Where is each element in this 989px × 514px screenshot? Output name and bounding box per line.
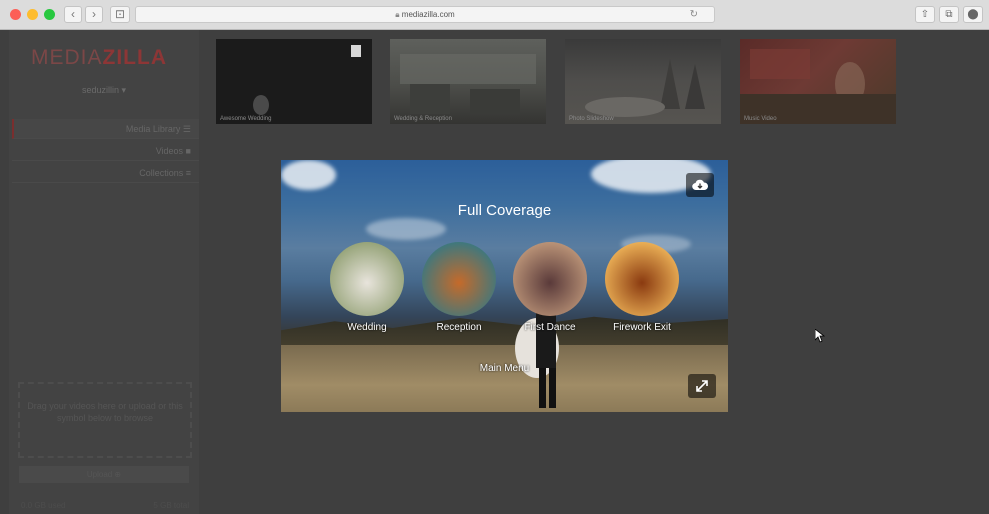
- reload-icon[interactable]: ↻: [690, 7, 698, 22]
- address-bar[interactable]: 🔒︎ mediazilla.com ↻: [135, 6, 715, 23]
- thumbnail-image: [740, 49, 896, 124]
- back-button[interactable]: ‹: [64, 6, 82, 23]
- mediazilla-logo[interactable]: MEDIAZILLA: [31, 46, 167, 70]
- forward-button[interactable]: ›: [85, 6, 103, 23]
- expand-icon: [696, 380, 708, 392]
- video-player[interactable]: Full Coverage Wedding Reception First Da…: [281, 160, 728, 412]
- user-menu[interactable]: seduzillin ▾: [9, 85, 199, 96]
- tabs-icon[interactable]: ⧉: [939, 6, 959, 23]
- fullscreen-button[interactable]: [688, 374, 716, 398]
- extension-icon[interactable]: ⬤: [963, 6, 983, 23]
- share-icon[interactable]: ⇧: [915, 6, 935, 23]
- thumbnail-caption: Awesome Wedding: [220, 116, 272, 122]
- chapter-label-reception[interactable]: Reception: [409, 322, 509, 333]
- chapter-thumbnail-first-dance[interactable]: [513, 242, 587, 316]
- lock-icon: 🔒︎: [395, 10, 400, 19]
- browser-toolbar: ‹ › ⊡ 🔒︎ mediazilla.com ↻ ⇧ ⧉ ⬤: [0, 0, 989, 30]
- video-thumbnail[interactable]: Wedding & Reception: [390, 39, 546, 124]
- menu-title: Full Coverage: [457, 202, 552, 219]
- upload-button[interactable]: Upload ⊕: [19, 466, 189, 483]
- thumbnail-caption: Music Video: [744, 116, 777, 122]
- chapter-thumbnail-wedding[interactable]: [330, 242, 404, 316]
- ground: [281, 345, 728, 412]
- video-thumbnail[interactable]: Photo Slideshow: [565, 39, 721, 124]
- chapter-label-firework-exit[interactable]: Firework Exit: [592, 322, 692, 333]
- thumbnail-caption: Photo Slideshow: [569, 116, 614, 122]
- download-button[interactable]: [686, 173, 714, 197]
- chapter-thumbnail-reception[interactable]: [422, 242, 496, 316]
- minimize-window-button[interactable]: [27, 9, 38, 20]
- zoom-window-button[interactable]: [44, 9, 55, 20]
- sidebar-item-collections[interactable]: Collections ≡: [12, 163, 199, 183]
- mouse-cursor-icon: [815, 329, 825, 343]
- cloud-download-icon: [692, 179, 708, 191]
- sidebar-item-media-library[interactable]: Media Library ☰: [12, 119, 199, 139]
- storage-used: 0.0 GB used: [21, 501, 66, 510]
- storage-total: 5 GB total: [153, 501, 189, 510]
- sky-cloud: [366, 218, 446, 240]
- chapter-thumbnail-firework-exit[interactable]: [605, 242, 679, 316]
- chapter-label-wedding[interactable]: Wedding: [317, 322, 417, 333]
- thumbnail-image: [253, 45, 361, 115]
- sky-cloud: [281, 160, 336, 190]
- toolbar-actions: ⇧ ⧉ ⬤: [915, 6, 983, 23]
- thumbnail-image: [585, 59, 705, 117]
- upload-dropzone[interactable]: Drag your videos here or upload or this …: [18, 382, 192, 458]
- close-window-button[interactable]: [10, 9, 21, 20]
- video-thumbnail[interactable]: Music Video: [740, 39, 896, 124]
- chapter-label-first-dance[interactable]: First Dance: [500, 322, 600, 333]
- url-text: mediazilla.com: [401, 10, 455, 19]
- thumbnail-caption: Wedding & Reception: [394, 116, 452, 122]
- sidebar-item-videos[interactable]: Videos ■: [12, 141, 199, 161]
- main-menu-link[interactable]: Main Menu: [281, 363, 728, 374]
- sidebar: MEDIAZILLA seduzillin ▾ Media Library ☰ …: [9, 30, 199, 514]
- thumbnail-image: [400, 54, 536, 114]
- sidebar-toggle-icon[interactable]: ⊡: [110, 6, 130, 23]
- video-thumbnail[interactable]: Awesome Wedding: [216, 39, 372, 124]
